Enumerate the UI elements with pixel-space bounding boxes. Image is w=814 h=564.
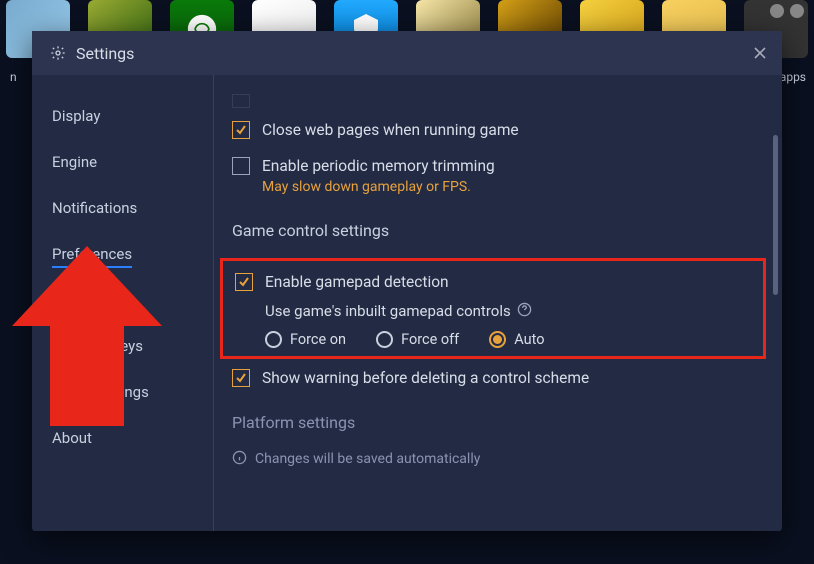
background-corner-icons — [770, 4, 804, 18]
inbuilt-controls-label: Use game's inbuilt gamepad controls — [265, 302, 532, 321]
show-warning-label: Show warning before deleting a control s… — [262, 369, 589, 387]
sidebar-item-about[interactable]: About — [32, 419, 213, 457]
modal-body: Display Engine Notifications Preferences… — [32, 75, 782, 531]
background-left-label: n — [10, 70, 17, 84]
close-pages-label: Close web pages when running game — [262, 121, 519, 139]
save-note: Changes will be saved automatically — [232, 450, 754, 469]
game-control-heading: Game control settings — [232, 221, 754, 240]
sidebar-item-game-settings[interactable]: Game settings — [32, 373, 213, 411]
highlight-box: Enable gamepad detection Use game's inbu… — [220, 258, 766, 359]
gear-icon — [50, 45, 66, 61]
sidebar-item-shortcut-keys[interactable]: Shortcut keys — [32, 327, 213, 365]
close-pages-row: Close web pages when running game — [232, 121, 754, 139]
checkbox-show-warning[interactable] — [232, 369, 250, 387]
sidebar-item-display[interactable]: Display — [32, 97, 213, 135]
mem-trim-row: Enable periodic memory trimming May slow… — [232, 157, 754, 195]
settings-content: Close web pages when running game Enable… — [214, 75, 782, 531]
background-apps-label: apps — [780, 70, 806, 84]
scrollbar[interactable] — [773, 135, 778, 295]
gamepad-detect-label: Enable gamepad detection — [265, 273, 449, 291]
sidebar-item-user-data[interactable]: User data — [32, 281, 213, 319]
mem-trim-label: Enable periodic memory trimming — [262, 157, 495, 175]
inbuilt-controls-group: Use game's inbuilt gamepad controls Forc… — [265, 301, 751, 348]
close-button[interactable] — [746, 39, 774, 67]
sidebar: Display Engine Notifications Preferences… — [32, 75, 214, 531]
sidebar-item-preferences[interactable]: Preferences — [32, 235, 213, 273]
checkbox-gamepad-detect[interactable] — [235, 273, 253, 291]
radio-force-on[interactable]: Force on — [265, 331, 346, 348]
radio-group-gamepad-mode: Force on Force off Auto — [265, 331, 751, 348]
modal-title: Settings — [76, 44, 134, 63]
partial-cut-row — [232, 93, 754, 109]
show-warning-row: Show warning before deleting a control s… — [232, 369, 754, 387]
platform-heading: Platform settings — [232, 413, 754, 432]
sidebar-item-notifications[interactable]: Notifications — [32, 189, 213, 227]
gamepad-detect-row: Enable gamepad detection — [235, 273, 751, 291]
radio-auto[interactable]: Auto — [489, 331, 544, 348]
help-icon[interactable] — [517, 302, 532, 321]
mem-trim-warning: May slow down gameplay or FPS. — [262, 179, 495, 195]
modal-header: Settings — [32, 31, 782, 75]
settings-modal: Settings Display Engine Notifications Pr… — [32, 31, 782, 531]
info-icon — [232, 450, 247, 469]
radio-force-off[interactable]: Force off — [376, 331, 459, 348]
checkbox-close-pages[interactable] — [232, 121, 250, 139]
checkbox-mem-trim[interactable] — [232, 157, 250, 175]
sidebar-item-engine[interactable]: Engine — [32, 143, 213, 181]
